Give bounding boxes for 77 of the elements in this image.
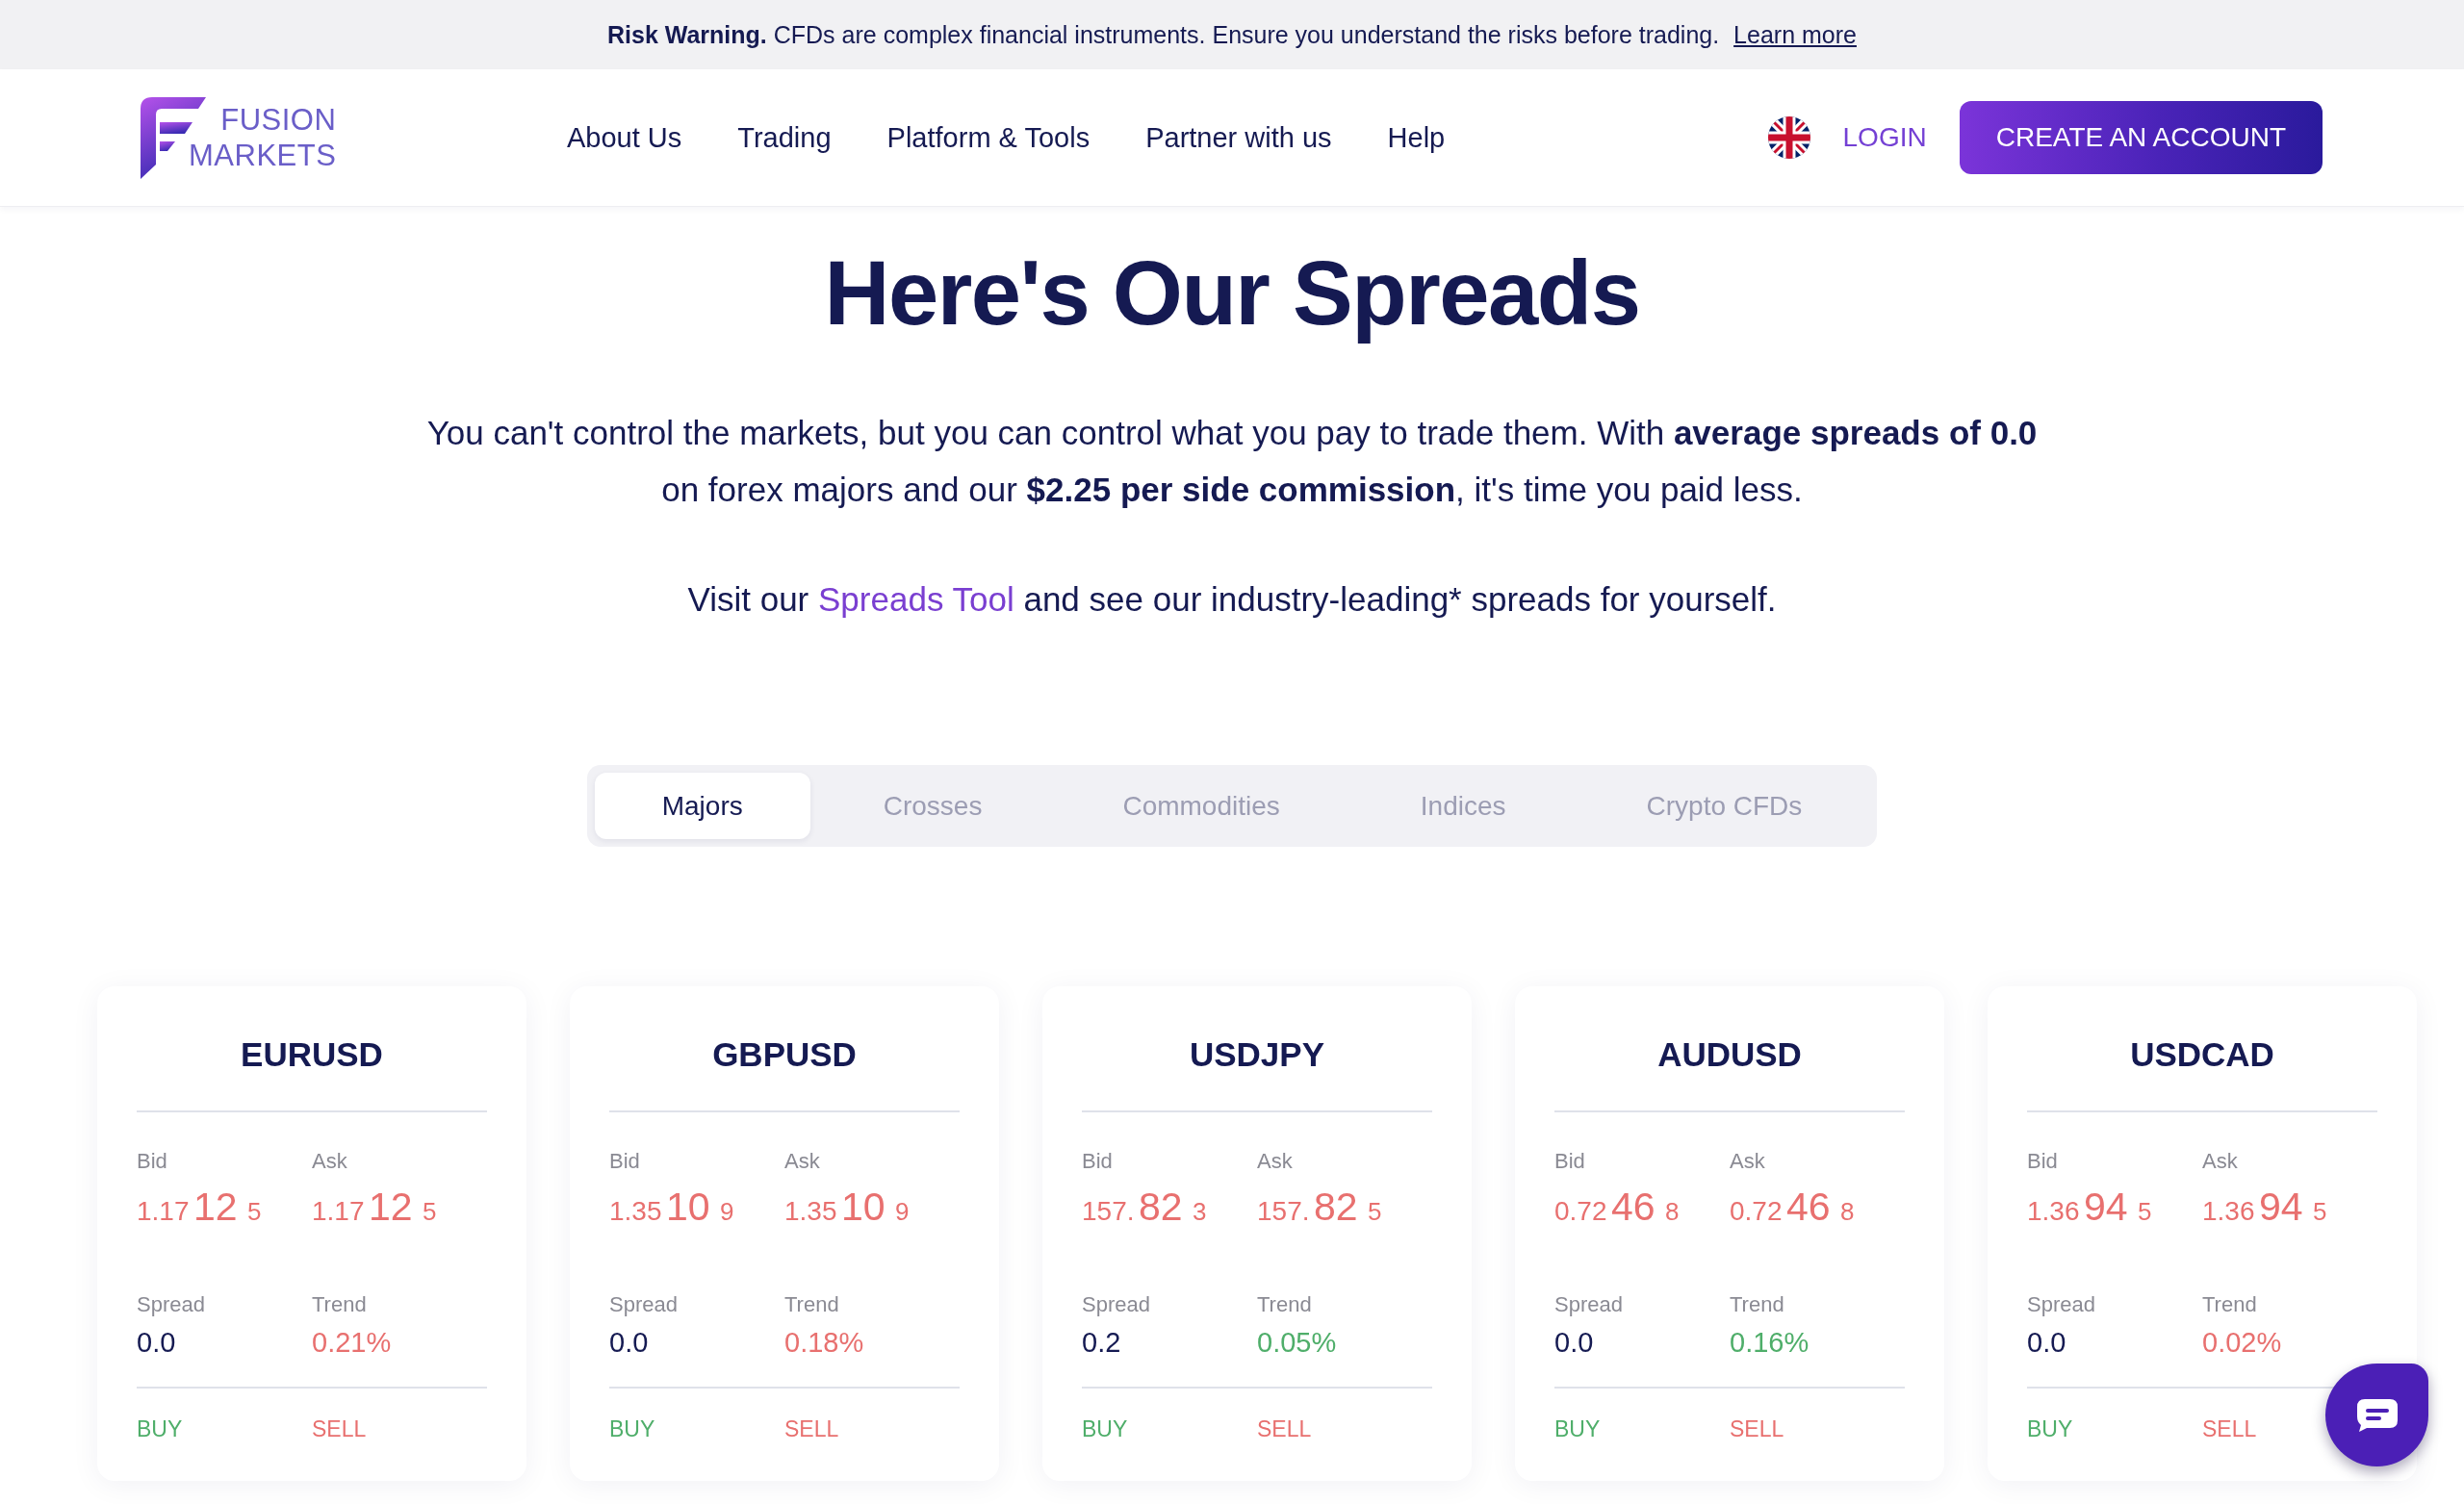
nav-link[interactable]: About Us bbox=[567, 121, 682, 154]
spread-value: 0.0 bbox=[1554, 1326, 1594, 1360]
create-account-button[interactable]: CREATE AN ACCOUNT bbox=[1959, 101, 2323, 174]
buy-button[interactable]: BUY bbox=[609, 1415, 655, 1442]
spread-label: Spread bbox=[1082, 1291, 1150, 1318]
spreads-tool-text: Visit our Spreads Tool and see our industry-leading* spreads for yourself. bbox=[686, 579, 1778, 620]
intro-text: You can't control the markets, but you can control what you pay to trade them. With average spreads of 0.0 on forex majors and our $2.25 per side commission, it's time you paid less. bbox=[425, 413, 2039, 510]
learn-more-link[interactable]: Learn more bbox=[1733, 20, 1857, 48]
pair-symbol: USDJPY bbox=[1188, 1034, 1326, 1075]
sell-button[interactable]: SELL bbox=[312, 1415, 367, 1442]
ask-price: 157.82 5 bbox=[1257, 1184, 1382, 1230]
bid-label: Bid bbox=[2027, 1148, 2058, 1175]
ask-label: Ask bbox=[1257, 1148, 1293, 1175]
buy-button[interactable]: BUY bbox=[1554, 1415, 1601, 1442]
trend-value: 0.05% bbox=[1257, 1326, 1337, 1360]
category-tab[interactable]: Crypto CFDs bbox=[1578, 773, 1870, 839]
uk-flag-icon[interactable] bbox=[1767, 116, 1810, 159]
trend-label: Trend bbox=[312, 1291, 367, 1318]
ask-price: 1.35 10 9 bbox=[784, 1184, 910, 1230]
trend-label: Trend bbox=[2202, 1291, 2257, 1318]
bid-label: Bid bbox=[609, 1148, 640, 1175]
trend-value: 0.21% bbox=[312, 1326, 392, 1360]
ask-label: Ask bbox=[1730, 1148, 1765, 1175]
trend-value: 0.02% bbox=[2202, 1326, 2282, 1360]
buy-button[interactable]: BUY bbox=[137, 1415, 183, 1442]
logo-text: FUSION bbox=[220, 102, 337, 138]
ask-label: Ask bbox=[2202, 1148, 2238, 1175]
ask-price: 1.36 94 5 bbox=[2202, 1184, 2327, 1230]
trend-label: Trend bbox=[1730, 1291, 1784, 1318]
buy-button[interactable]: BUY bbox=[1082, 1415, 1128, 1442]
trend-value: 0.18% bbox=[784, 1326, 864, 1360]
spread-label: Spread bbox=[1554, 1291, 1623, 1318]
risk-warning-text: Risk Warning. CFDs are complex financial instruments. Ensure you understand the risks before trading. Learn more bbox=[607, 20, 1857, 49]
bid-label: Bid bbox=[137, 1148, 167, 1175]
spread-value: 0.0 bbox=[2027, 1326, 2066, 1360]
ask-label: Ask bbox=[784, 1148, 820, 1175]
login-link[interactable]: LOGIN bbox=[1842, 122, 1927, 153]
sell-button[interactable]: SELL bbox=[1730, 1415, 1784, 1442]
sell-button[interactable]: SELL bbox=[784, 1415, 839, 1442]
spread-value: 0.0 bbox=[609, 1326, 649, 1360]
trend-value: 0.16% bbox=[1730, 1326, 1810, 1360]
trend-label: Trend bbox=[1257, 1291, 1312, 1318]
chat-icon bbox=[2356, 1398, 2398, 1432]
nav-link[interactable]: Partner with us bbox=[1145, 121, 1332, 154]
ask-label: Ask bbox=[312, 1148, 347, 1175]
category-tab[interactable]: Majors bbox=[594, 773, 810, 839]
page-title: Here's Our Spreads bbox=[823, 242, 1641, 345]
nav-link[interactable]: Help bbox=[1387, 121, 1446, 154]
pair-symbol: GBPUSD bbox=[711, 1034, 858, 1075]
spread-value: 0.2 bbox=[1082, 1326, 1121, 1360]
bid-label: Bid bbox=[1554, 1148, 1585, 1175]
sell-button[interactable]: SELL bbox=[2202, 1415, 2257, 1442]
pair-symbol: EURUSD bbox=[240, 1034, 384, 1075]
spread-label: Spread bbox=[609, 1291, 678, 1318]
bid-price: 157.82 3 bbox=[1082, 1184, 1207, 1230]
spread-label: Spread bbox=[2027, 1291, 2095, 1318]
pair-symbol: AUDUSD bbox=[1656, 1034, 1803, 1075]
spreads-tool-link[interactable]: Spreads Tool bbox=[818, 580, 1014, 618]
trend-label: Trend bbox=[784, 1291, 839, 1318]
bid-label: Bid bbox=[1082, 1148, 1113, 1175]
category-tab[interactable]: Commodities bbox=[1055, 773, 1348, 839]
pair-symbol: USDCAD bbox=[2129, 1034, 2275, 1075]
nav-link[interactable]: Trading bbox=[737, 121, 832, 154]
category-tab[interactable]: Indices bbox=[1352, 773, 1574, 839]
bid-price: 0.72 46 8 bbox=[1554, 1184, 1680, 1230]
buy-button[interactable]: BUY bbox=[2027, 1415, 2073, 1442]
bid-price: 1.17 12 5 bbox=[137, 1184, 262, 1230]
bid-price: 1.35 10 9 bbox=[609, 1184, 734, 1230]
spread-label: Spread bbox=[137, 1291, 205, 1318]
ask-price: 1.17 12 5 bbox=[312, 1184, 437, 1230]
spread-value: 0.0 bbox=[137, 1326, 176, 1360]
category-tab[interactable]: Crosses bbox=[815, 773, 1050, 839]
bid-price: 1.36 94 5 bbox=[2027, 1184, 2152, 1230]
ask-price: 0.72 46 8 bbox=[1730, 1184, 1855, 1230]
sell-button[interactable]: SELL bbox=[1257, 1415, 1312, 1442]
logo-text: MARKETS bbox=[189, 138, 337, 173]
nav-link[interactable]: Platform & Tools bbox=[886, 121, 1091, 154]
